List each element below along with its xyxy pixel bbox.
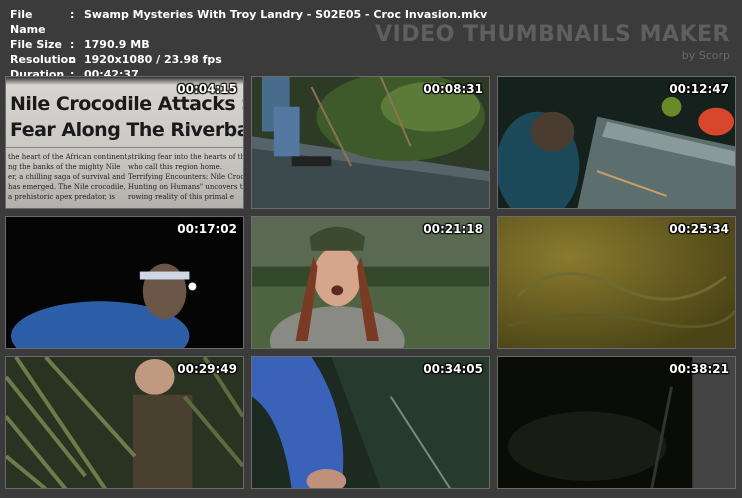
timestamp: 00:04:15	[177, 82, 237, 96]
thumbnail-1[interactable]: Nile Crocodile Attacks Strik Fear Along …	[5, 76, 244, 209]
resolution-label: Resolution	[10, 53, 77, 66]
night-water-scene	[498, 357, 735, 488]
thumbnail-6[interactable]: 00:25:34	[497, 216, 736, 349]
timestamp: 00:12:47	[669, 82, 729, 96]
thumbnail-2[interactable]: 00:08:31	[251, 76, 490, 209]
newspaper-headline-2: Fear Along The Riverbanks	[10, 119, 243, 141]
timestamp: 00:08:31	[423, 82, 483, 96]
file-name-label: File Name	[10, 8, 46, 36]
thumbnail-5[interactable]: 00:21:18	[251, 216, 490, 349]
newspaper-column-1: the heart of the African continent, ng th…	[8, 153, 130, 201]
timestamp: 00:34:05	[423, 362, 483, 376]
timestamp: 00:17:02	[177, 222, 237, 236]
brand-title: VIDEO THUMBNAILS MAKER	[375, 22, 730, 47]
separator: :	[70, 38, 75, 51]
timestamp: 00:29:49	[177, 362, 237, 376]
separator: :	[70, 53, 75, 66]
swamp-boat-scene	[252, 77, 489, 208]
night-headlamp-scene	[6, 217, 243, 348]
thumbnail-8[interactable]: 00:34:05	[251, 356, 490, 489]
file-size-label: File Size	[10, 38, 62, 51]
thumbnail-grid: Nile Crocodile Attacks Strik Fear Along …	[5, 76, 737, 491]
newspaper-headline-1: Nile Crocodile Attacks Strik	[10, 93, 243, 115]
separator: :	[70, 8, 75, 21]
thumbnail-9[interactable]: 00:38:21	[497, 356, 736, 489]
closeup-arm-scene	[252, 357, 489, 488]
newspaper-column-2: striking fear into the hearts of th who c…	[128, 153, 244, 201]
timestamp: 00:25:34	[669, 222, 729, 236]
file-size-value: 1790.9 MB	[84, 38, 150, 51]
brand-byline: by Scorp	[681, 49, 730, 62]
timestamp: 00:38:21	[669, 362, 729, 376]
palm-fronds-scene	[6, 357, 243, 488]
interview-scene	[252, 217, 489, 348]
resolution-value: 1920x1080 / 23.98 fps	[84, 53, 222, 66]
thumbnail-7[interactable]: 00:29:49	[5, 356, 244, 489]
newspaper-scene: Nile Crocodile Attacks Strik Fear Along …	[6, 77, 243, 208]
timestamp: 00:21:18	[423, 222, 483, 236]
thumbnail-3[interactable]: 00:12:47	[497, 76, 736, 209]
thumbnail-4[interactable]: 00:17:02	[5, 216, 244, 349]
brand-watermark: VIDEO THUMBNAILS MAKER by Scorp	[375, 22, 730, 62]
underwater-scene	[498, 217, 735, 348]
night-boat-scene	[498, 77, 735, 208]
